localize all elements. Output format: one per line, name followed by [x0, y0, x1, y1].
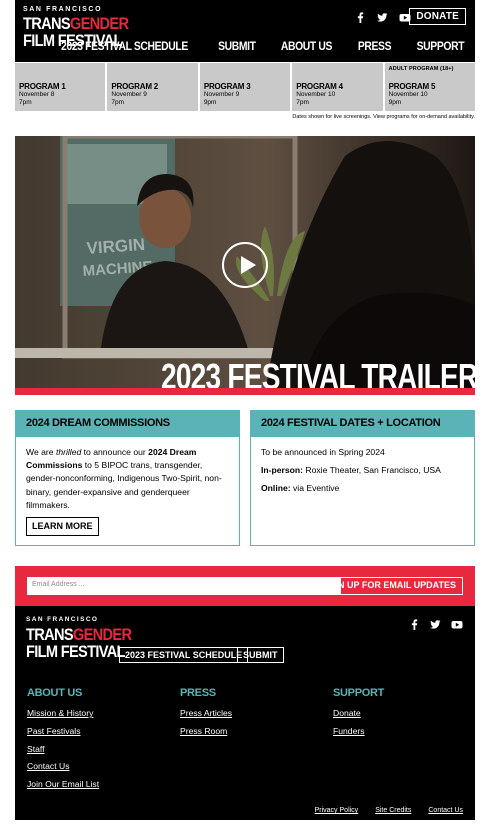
logo-line3: FILM FESTIVAL	[26, 641, 125, 661]
footer-col-heading: SUPPORT	[333, 687, 385, 699]
label: In-person:	[261, 465, 304, 476]
program-time: 9pm	[203, 99, 217, 106]
program-time: 7pm	[296, 99, 309, 106]
footer-col-heading: ABOUT US	[27, 687, 83, 699]
youtube-icon[interactable]	[451, 617, 463, 635]
signup-button[interactable]: SIGN UP FOR EMAIL UPDATES	[315, 577, 463, 595]
program-name: PROGRAM 1	[19, 82, 66, 91]
nav-about-us[interactable]: ABOUT US	[281, 41, 333, 53]
trailer-accent-bar	[15, 388, 475, 395]
site-header: SAN FRANCISCO TRANSGENDER FILM FESTIVAL …	[15, 0, 475, 62]
program-time: 7pm	[111, 99, 125, 106]
value: Roxie Theater, San Francisco, USA	[303, 465, 441, 476]
adult-program-badge: ADULT PROGRAM (18+)	[388, 66, 454, 72]
label: Online:	[261, 483, 291, 494]
program-note: Dates shown for live screenings. View pr…	[292, 114, 475, 120]
learn-more-button[interactable]: LEARN MORE	[26, 517, 99, 537]
footer-col-support: SUPPORT Donate Funders	[333, 687, 384, 741]
program-name: PROGRAM 4	[296, 82, 343, 91]
program-date: November 8	[19, 91, 55, 98]
card-heading: 2024 DREAM COMMISSIONS	[16, 411, 239, 437]
dream-commissions-card: 2024 DREAM COMMISSIONS We are thrilled t…	[15, 410, 240, 546]
donate-button[interactable]: DONATE	[409, 8, 466, 25]
festival-dates-card: 2024 FESTIVAL DATES + LOCATION To be ann…	[250, 410, 475, 546]
footer-link-staff[interactable]: Staff	[27, 741, 99, 759]
nav-submit[interactable]: SUBMIT	[218, 41, 256, 53]
program-time: 7pm	[19, 99, 32, 106]
trailer-video[interactable]: VIRGIN MACHINE 2023 FESTIVAL TRAILER	[15, 136, 475, 395]
facebook-icon[interactable]	[409, 617, 420, 635]
nav-press[interactable]: PRESS	[358, 41, 392, 53]
text-part: We are	[26, 447, 56, 457]
footer-col-heading: PRESS	[180, 687, 216, 699]
value: via Eventive	[290, 483, 340, 494]
nav-festival-schedule[interactable]: 2023 FESTIVAL SCHEDULE	[61, 41, 188, 53]
text-part: to announce our	[81, 447, 149, 457]
program-tile-4[interactable]: PROGRAM 4 November 10 7pm	[292, 63, 383, 111]
logo-line1: SAN FRANCISCO	[26, 616, 99, 623]
privacy-policy-link[interactable]: Privacy Policy	[315, 807, 359, 814]
program-tile-5[interactable]: ADULT PROGRAM (18+) PROGRAM 5 November 1…	[384, 63, 476, 111]
program-schedule-bar: PROGRAM 1 November 8 7pm PROGRAM 2 Novem…	[15, 63, 476, 111]
program-date: November 9	[111, 91, 147, 98]
footer-link-press-articles[interactable]: Press Articles	[180, 705, 232, 723]
site-credits-link[interactable]: Site Credits	[375, 807, 411, 814]
site-footer: SAN FRANCISCO TRANSGENDER FILM FESTIVAL …	[15, 606, 475, 820]
dates-inperson: In-person: Roxie Theater, San Francisco,…	[261, 464, 464, 477]
program-name: PROGRAM 5	[388, 82, 436, 91]
footer-submit-button[interactable]: SUBMIT	[237, 647, 284, 663]
program-tile-2[interactable]: PROGRAM 2 November 9 7pm	[107, 63, 198, 111]
footer-col-press: PRESS Press Articles Press Room	[180, 687, 232, 741]
dates-online: Online: via Eventive	[261, 482, 464, 495]
play-icon[interactable]	[222, 242, 268, 288]
card-body: To be announced in Spring 2024 In-person…	[251, 437, 474, 510]
footer-schedule-button[interactable]: 2023 FESTIVAL SCHEDULE	[119, 647, 249, 663]
facebook-icon[interactable]	[355, 10, 366, 23]
footer-legal-links: Privacy Policy Site Credits Contact Us	[315, 807, 463, 814]
footer-link-email-list[interactable]: Join Our Email List	[27, 776, 99, 794]
card-body: We are thrilled to announce our 2024 Dre…	[16, 437, 239, 545]
footer-link-funders[interactable]: Funders	[333, 723, 384, 741]
program-tile-1[interactable]: PROGRAM 1 November 8 7pm	[15, 63, 106, 111]
twitter-icon[interactable]	[430, 617, 441, 635]
program-name: PROGRAM 3	[203, 82, 251, 91]
program-date: November 10	[388, 91, 428, 98]
footer-col-about: ABOUT US Mission & History Past Festival…	[27, 687, 99, 794]
footer-link-press-room[interactable]: Press Room	[180, 723, 232, 741]
commissions-text: We are thrilled to announce our 2024 Dre…	[26, 446, 229, 512]
program-time: 9pm	[388, 99, 402, 106]
program-date: November 9	[203, 91, 240, 98]
program-date: November 10	[296, 91, 336, 98]
email-signup-bar: Email Address ... SIGN UP FOR EMAIL UPDA…	[15, 566, 475, 606]
card-heading: 2024 FESTIVAL DATES + LOCATION	[251, 411, 474, 437]
header-social-links	[355, 10, 411, 23]
footer-link-past-festivals[interactable]: Past Festivals	[27, 723, 99, 741]
main-nav: 2023 FESTIVAL SCHEDULE SUBMIT ABOUT US P…	[33, 41, 467, 53]
twitter-icon[interactable]	[377, 10, 388, 22]
contact-us-link[interactable]: Contact Us	[428, 807, 463, 814]
program-name: PROGRAM 2	[111, 82, 159, 91]
text-emphasis: thrilled	[55, 447, 82, 457]
footer-link-contact[interactable]: Contact Us	[27, 758, 99, 776]
logo-line1: SAN FRANCISCO	[23, 6, 103, 13]
footer-link-mission[interactable]: Mission & History	[27, 705, 99, 723]
email-input[interactable]: Email Address ...	[27, 577, 341, 595]
dates-announce: To be announced in Spring 2024	[261, 447, 385, 457]
footer-link-donate[interactable]: Donate	[333, 705, 384, 723]
logo-line2: TRANSGENDER	[23, 15, 129, 32]
program-tile-3[interactable]: PROGRAM 3 November 9 9pm	[199, 63, 291, 111]
logo-line2: TRANSGENDER	[26, 626, 132, 643]
footer-social-links	[409, 617, 463, 635]
nav-support[interactable]: SUPPORT	[417, 41, 465, 53]
